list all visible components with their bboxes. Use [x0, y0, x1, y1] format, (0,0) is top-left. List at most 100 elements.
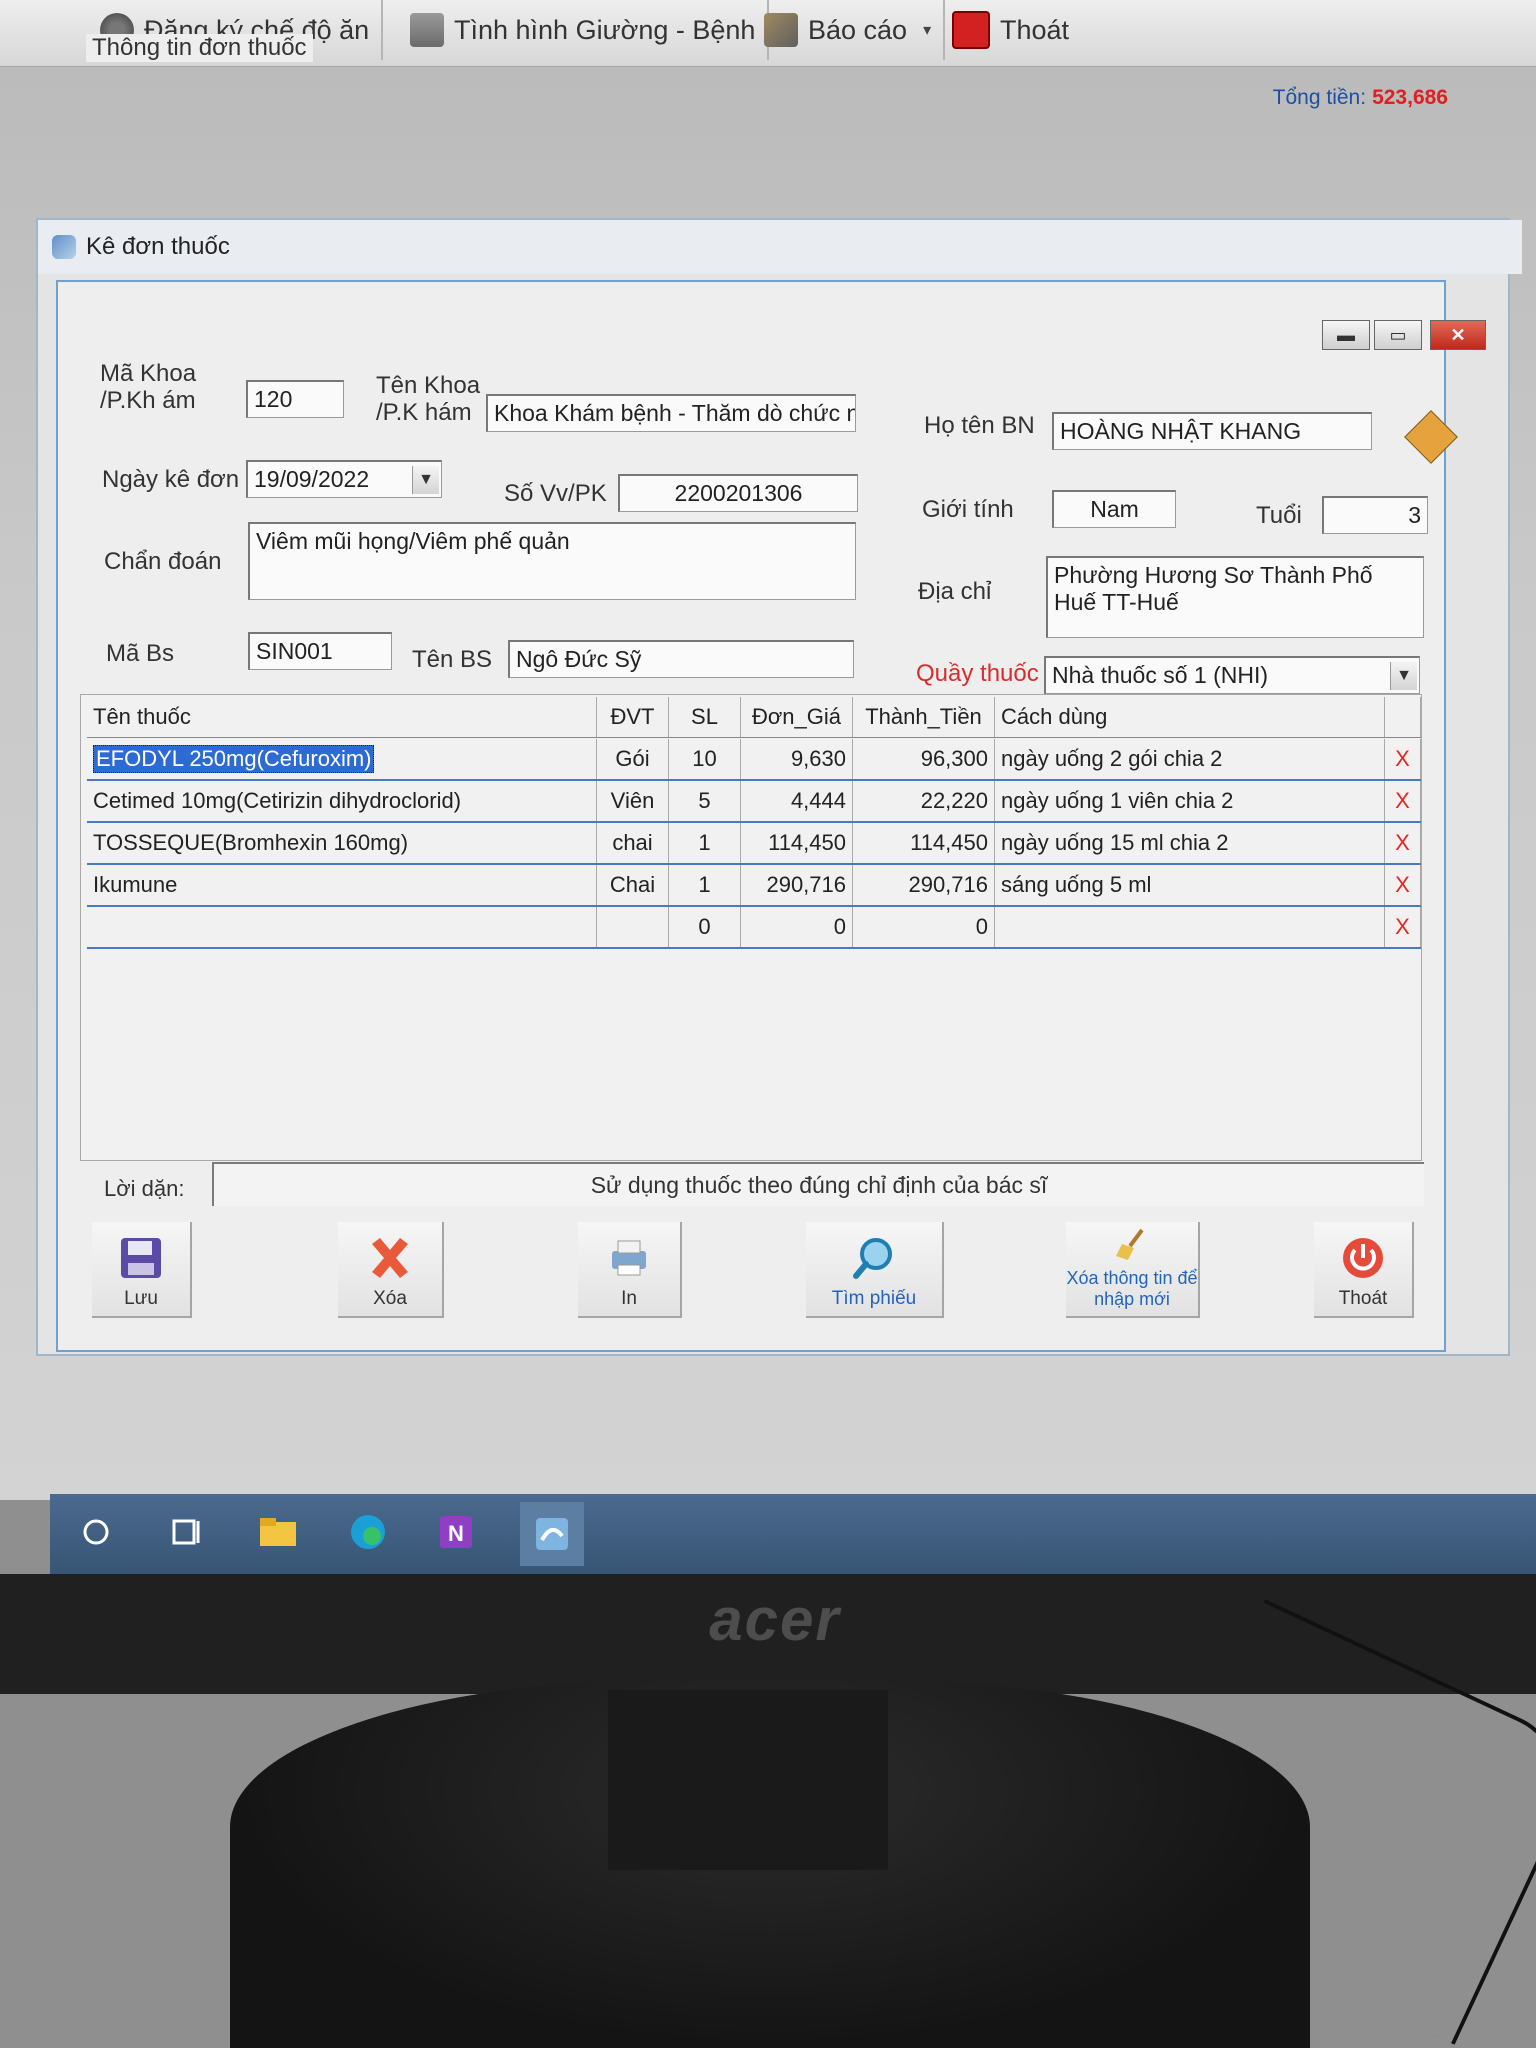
selected-text: EFODYL 250mg(Cefuroxim): [93, 745, 375, 773]
cell-unit[interactable]: [597, 907, 669, 947]
cell-unit[interactable]: chai: [597, 823, 669, 863]
delete-row-button[interactable]: X: [1385, 823, 1421, 863]
cell-amount[interactable]: 22,220: [853, 781, 995, 821]
prescription-date-picker[interactable]: 19/09/2022 ▼: [246, 460, 442, 498]
cell-amount[interactable]: 290,716: [853, 865, 995, 905]
cell-usage[interactable]: [995, 907, 1385, 947]
power-icon: [1339, 1234, 1387, 1282]
menu-report[interactable]: Báo cáo ▾: [752, 0, 946, 60]
ma-khoa-field[interactable]: 120: [246, 380, 344, 418]
table-row[interactable]: 0 0 0 X: [87, 907, 1421, 949]
menu-label: Báo cáo: [808, 14, 908, 45]
so-vv-field[interactable]: 2200201306: [618, 474, 858, 512]
ten-khoa-field[interactable]: Khoa Khám bệnh - Thăm dò chức n: [486, 394, 856, 432]
report-icon: [764, 13, 798, 47]
cell-usage[interactable]: ngày uống 2 gói chia 2: [995, 739, 1385, 779]
search-circle-icon[interactable]: [74, 1510, 118, 1554]
info-legend: Thông tin đơn thuốc: [86, 34, 313, 62]
total-amount: Tổng tiền: 523,686: [1273, 86, 1448, 110]
maximize-button[interactable]: ▭: [1374, 320, 1422, 350]
cell-price[interactable]: 9,630: [741, 739, 853, 779]
cell-price[interactable]: 290,716: [741, 865, 853, 905]
cell-qty[interactable]: 5: [669, 781, 741, 821]
table-row[interactable]: Cetimed 10mg(Cetirizin dihydroclorid) Vi…: [87, 781, 1421, 823]
header-thanh-tien[interactable]: Thành_Tiền: [853, 697, 995, 737]
cell-unit[interactable]: Viên: [597, 781, 669, 821]
chevron-down-icon[interactable]: ▼: [1390, 662, 1417, 690]
taskbar: N: [50, 1494, 1536, 1574]
ngay-ke-don-label: Ngày kê đơn: [102, 466, 240, 493]
header-dvt[interactable]: ĐVT: [597, 697, 669, 737]
edge-browser-icon[interactable]: [346, 1510, 390, 1554]
cell-name[interactable]: [87, 907, 597, 947]
cell-price[interactable]: 114,450: [741, 823, 853, 863]
address-field[interactable]: Phường Hương Sơ Thành Phố Huế TT-Huế: [1046, 556, 1424, 638]
delete-row-button[interactable]: X: [1385, 865, 1421, 905]
cell-qty[interactable]: 10: [669, 739, 741, 779]
chevron-down-icon[interactable]: ▼: [412, 466, 439, 494]
print-label: In: [621, 1288, 637, 1309]
task-view-icon[interactable]: [166, 1510, 210, 1554]
chan-doan-label: Chẩn đoán: [104, 548, 222, 575]
delete-x-icon: [366, 1234, 414, 1282]
cell-price[interactable]: 0: [741, 907, 853, 947]
cell-usage[interactable]: ngày uống 15 ml chia 2: [995, 823, 1385, 863]
cell-name[interactable]: Ikumune: [87, 865, 597, 905]
cell-qty[interactable]: 1: [669, 823, 741, 863]
cell-usage[interactable]: sáng uống 5 ml: [995, 865, 1385, 905]
medicine-icon: [52, 235, 76, 259]
diagnosis-field[interactable]: Viêm mũi họng/Viêm phế quản: [248, 522, 856, 600]
save-label: Lưu: [124, 1288, 158, 1309]
cell-unit[interactable]: Gói: [597, 739, 669, 779]
search-button[interactable]: Tìm phiếu: [806, 1222, 944, 1318]
menu-exit[interactable]: Thoát: [940, 0, 1081, 60]
table-row[interactable]: EFODYL 250mg(Cefuroxim) Gói 10 9,630 96,…: [87, 739, 1421, 781]
delete-row-button[interactable]: X: [1385, 781, 1421, 821]
header-ten-thuoc[interactable]: Tên thuốc: [87, 697, 597, 737]
cell-qty[interactable]: 1: [669, 865, 741, 905]
cell-name[interactable]: EFODYL 250mg(Cefuroxim): [87, 739, 597, 779]
grid-header: Tên thuốc ĐVT SL Đơn_Giá Thành_Tiền Cách…: [87, 697, 1421, 738]
cell-qty[interactable]: 0: [669, 907, 741, 947]
header-don-gia[interactable]: Đơn_Giá: [741, 697, 853, 737]
age-field[interactable]: 3: [1322, 496, 1428, 534]
note-field[interactable]: Sử dụng thuốc theo đúng chỉ định của bác…: [212, 1162, 1424, 1206]
clear-form-button[interactable]: Xóa thông tin để nhập mới: [1066, 1222, 1200, 1318]
so-vv-label: Số Vv/PK: [504, 480, 607, 507]
cell-usage[interactable]: ngày uống 1 viên chia 2: [995, 781, 1385, 821]
ma-bs-label: Mã Bs: [106, 640, 175, 667]
cell-amount[interactable]: 0: [853, 907, 995, 947]
chevron-down-icon: ▾: [923, 22, 932, 39]
doctor-name-field[interactable]: Ngô Đức Sỹ: [508, 640, 854, 678]
header-sl[interactable]: SL: [669, 697, 741, 737]
delete-row-button[interactable]: X: [1385, 907, 1421, 947]
cell-amount[interactable]: 96,300: [853, 739, 995, 779]
cell-name[interactable]: TOSSEQUE(Bromhexin 160mg): [87, 823, 597, 863]
exit-icon: [952, 11, 990, 49]
onenote-icon[interactable]: N: [434, 1510, 478, 1554]
close-button[interactable]: ✕: [1430, 320, 1486, 350]
cell-price[interactable]: 4,444: [741, 781, 853, 821]
gender-field[interactable]: Nam: [1052, 490, 1176, 528]
table-row[interactable]: Ikumune Chai 1 290,716 290,716 sáng uống…: [87, 865, 1421, 907]
file-explorer-icon[interactable]: [256, 1510, 300, 1554]
header-cach-dung[interactable]: Cách dùng: [995, 697, 1385, 737]
hospital-app-icon[interactable]: [520, 1502, 584, 1566]
cell-unit[interactable]: Chai: [597, 865, 669, 905]
save-button[interactable]: Lưu: [92, 1222, 192, 1318]
doctor-code-field[interactable]: SIN001: [248, 632, 392, 670]
minimize-button[interactable]: ▬: [1322, 320, 1370, 350]
exit-button[interactable]: Thoát: [1314, 1222, 1414, 1318]
cell-name[interactable]: Cetimed 10mg(Cetirizin dihydroclorid): [87, 781, 597, 821]
cell-amount[interactable]: 114,450: [853, 823, 995, 863]
delete-label: Xóa: [373, 1288, 407, 1309]
ten-bs-label: Tên BS: [412, 646, 493, 673]
table-row[interactable]: TOSSEQUE(Bromhexin 160mg) chai 1 114,450…: [87, 823, 1421, 865]
delete-button[interactable]: Xóa: [338, 1222, 444, 1318]
pharmacy-value: Nhà thuốc số 1 (NHI): [1052, 662, 1269, 688]
delete-row-button[interactable]: X: [1385, 739, 1421, 779]
menu-bed-status[interactable]: Tình hình Giường - Bệnh: [398, 0, 770, 60]
patient-name-field[interactable]: HOÀNG NHẬT KHANG: [1052, 412, 1372, 450]
pharmacy-select[interactable]: Nhà thuốc số 1 (NHI) ▼: [1044, 656, 1420, 694]
print-button[interactable]: In: [578, 1222, 682, 1318]
